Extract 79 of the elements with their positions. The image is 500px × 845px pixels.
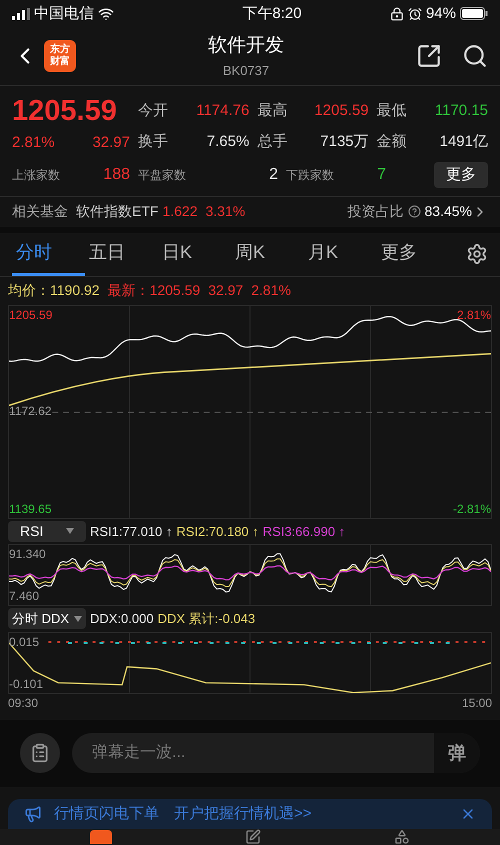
axis-label: -2.81% <box>452 500 491 518</box>
carrier-name: 中国电信 <box>34 4 94 24</box>
ratio-value: 83.45% <box>424 202 472 222</box>
share-button[interactable] <box>416 43 442 70</box>
indicator-value: RSI2:70.180 ↑ <box>176 522 259 541</box>
breadth-count: 7 <box>377 165 386 186</box>
sector-title: 软件开发 <box>208 34 284 58</box>
clock: 下午8:20 <box>242 4 302 24</box>
stat-value: 1205.59 <box>314 100 369 121</box>
axis-label: 0.015 <box>9 634 40 651</box>
breadth-count: 2 <box>269 165 278 186</box>
stat-label: 换手 <box>138 132 168 152</box>
fund-name: 软件指数ETF <box>76 202 158 222</box>
indicator-dropdown[interactable]: 分时 DDX <box>8 608 86 630</box>
alarm-icon <box>408 6 422 21</box>
battery-icon <box>460 7 488 20</box>
app-logo: 东方 财富 <box>44 40 76 72</box>
stat-label: 金额 <box>376 132 407 152</box>
axis-label: 1172.62 <box>9 402 52 420</box>
stat-value: 1170.15 <box>434 100 488 121</box>
breadth-count: 188 <box>103 165 130 186</box>
stat-label: 最低 <box>376 100 407 121</box>
caret-icon <box>66 528 74 534</box>
stat-value: 1174.76 <box>196 100 250 121</box>
stat-value: 1491亿 <box>440 132 488 152</box>
signal-icon <box>12 8 30 20</box>
stat-value: 7135万 <box>320 132 369 152</box>
stat-label: 最高 <box>257 100 288 121</box>
chart-tab[interactable]: 分时 <box>12 232 85 276</box>
chart-tab[interactable]: 更多 <box>377 232 450 276</box>
chart-tab[interactable]: 五日 <box>85 232 158 276</box>
ratio-label: 投资占比 <box>348 202 404 222</box>
latest-change: 32.97 <box>208 281 244 300</box>
change-percent: 2.81% <box>12 132 55 153</box>
battery-percent: 94% <box>426 4 456 24</box>
breadth-label: 上涨家数 <box>12 167 60 184</box>
shapes-icon[interactable] <box>394 829 410 845</box>
indicator-value: DDX:0.000 <box>90 610 154 628</box>
danmaku-settings-button[interactable] <box>20 733 60 774</box>
latest-percent: 2.81% <box>251 281 291 300</box>
lock-icon <box>390 6 404 21</box>
time-label: 09:30 <box>8 694 38 712</box>
axis-label: 2.81% <box>456 306 491 324</box>
comment-field[interactable]: 弹幕走一波... 弹 <box>72 733 480 774</box>
chart-tab[interactable]: 月K <box>304 232 377 276</box>
stat-label: 今开 <box>138 100 168 121</box>
axis-label: 91.340 <box>9 546 46 564</box>
indicator-value: RSI1:77.010 ↑ <box>90 522 172 541</box>
average-price: 均价：1190.92 <box>8 281 100 300</box>
breadth-label: 平盘家数 <box>138 167 186 184</box>
fund-price: 1.622 <box>162 202 198 222</box>
sector-code: BK0737 <box>222 62 270 80</box>
indicator-value: DDX 累计:-0.043 <box>158 610 256 628</box>
edit-icon[interactable] <box>244 829 261 845</box>
megaphone-icon <box>24 805 42 824</box>
axis-label: -0.101 <box>9 676 44 693</box>
latest-price: 最新：1205.59 <box>108 281 200 300</box>
indicator-value: RSI3:66.990 ↑ <box>262 522 346 541</box>
caret-icon <box>74 616 82 622</box>
indicator-dropdown[interactable]: RSI <box>8 520 86 542</box>
more-button[interactable]: 更多 <box>434 162 488 188</box>
fund-percent: 3.31% <box>206 202 246 222</box>
axis-label: 1205.59 <box>9 306 52 324</box>
last-price: 1205.59 <box>12 94 118 128</box>
stat-label: 总手 <box>257 132 288 152</box>
axis-label: 1139.65 <box>9 500 52 518</box>
help-icon[interactable] <box>408 205 421 218</box>
settings-icon[interactable] <box>466 243 488 266</box>
chart-tab[interactable]: 周K <box>231 232 304 276</box>
time-label: 15:00 <box>462 694 492 712</box>
fund-label: 相关基金 <box>12 202 68 222</box>
search-button[interactable] <box>462 43 488 70</box>
breadth-label: 下跌家数 <box>286 167 334 184</box>
chart-tab[interactable]: 日K <box>158 232 231 276</box>
danmaku-button[interactable]: 弹 <box>434 733 480 774</box>
wifi-icon <box>98 6 114 22</box>
axis-label: 7.460 <box>9 588 40 606</box>
change-value: 32.97 <box>92 132 130 153</box>
stat-value: 7.65% <box>206 132 250 152</box>
